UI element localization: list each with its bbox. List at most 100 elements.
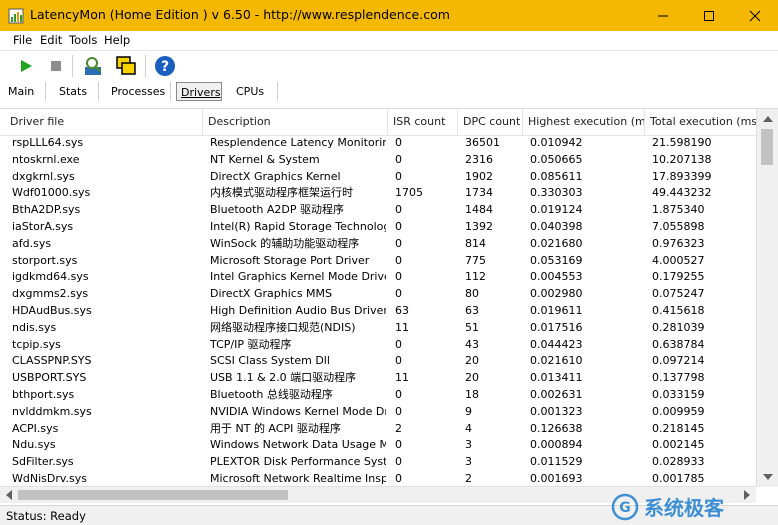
tab-processes[interactable]: Processes — [107, 82, 171, 101]
vertical-scrollbar[interactable] — [756, 109, 778, 487]
dpc-count-cell: 20 — [465, 354, 479, 368]
table-row[interactable]: dxgkrnl.sys DirectX Graphics Kernel 0 1902 0… — [0, 169, 756, 186]
stop-icon — [51, 61, 61, 71]
scroll-left-icon[interactable] — [1, 487, 17, 503]
isr-count-cell: 1705 — [395, 186, 423, 200]
total-execution-cell: 7.055898 — [652, 219, 705, 233]
tab-main-label: Main — [8, 85, 35, 98]
start-button[interactable] — [14, 54, 38, 78]
highest-execution-cell: 0.010942 — [530, 136, 583, 149]
highest-execution-cell: 0.013411 — [530, 371, 583, 385]
menu-tools[interactable]: Tools — [69, 33, 97, 47]
tab-stats-label: Stats — [59, 85, 88, 98]
dpc-count-cell: 2 — [465, 471, 472, 485]
table-row[interactable]: Ndu.sys Windows Network Data Usage M... 0 3… — [0, 437, 756, 454]
description-cell: 内核模式驱动程序框架运行时 — [210, 186, 353, 200]
column-header-total-execution[interactable]: Total execution (ms) — [645, 109, 756, 135]
vertical-scroll-thumb[interactable] — [761, 129, 773, 165]
tab-cpus-label: CPUs — [236, 85, 265, 98]
driver-file-cell: CLASSPNP.SYS — [12, 354, 92, 368]
table-row[interactable]: ntoskrnl.exe NT Kernel & System 0 2316 0.050… — [0, 152, 756, 169]
tab-stats[interactable]: Stats — [55, 82, 99, 101]
table-row[interactable]: afd.sys WinSock 的辅助功能驱动程序 0 814 0.021680 0.97… — [0, 236, 756, 253]
table-row[interactable]: dxgmms2.sys DirectX Graphics MMS 0 80 0.0029… — [0, 286, 756, 303]
table-row[interactable]: igdkmd64.sys Intel Graphics Kernel Mode D… — [0, 269, 756, 286]
scroll-up-icon[interactable] — [757, 111, 778, 127]
table-body: rspLLL64.sys Resplendence Latency Monitor… — [0, 135, 756, 487]
window-button[interactable] — [114, 54, 138, 78]
driver-file-cell: SdFilter.sys — [12, 455, 74, 469]
tab-processes-label: Processes — [111, 85, 166, 98]
menu-help[interactable]: Help — [104, 33, 130, 47]
table-row[interactable]: BthA2DP.sys Bluetooth A2DP 驱动程序 0 1484 0.019… — [0, 202, 756, 219]
driver-file-cell: ndis.sys — [12, 320, 57, 334]
window-icon — [116, 56, 136, 75]
total-execution-cell: 17.893399 — [652, 169, 712, 183]
table-row[interactable]: SdFilter.sys PLEXTOR Disk Performance Sys… — [0, 454, 756, 471]
table-row[interactable]: bthport.sys Bluetooth 总线驱动程序 0 18 0.002631 0.… — [0, 387, 756, 404]
description-cell: Microsoft Storage Port Driver — [210, 253, 370, 267]
scroll-down-icon[interactable] — [757, 469, 778, 485]
table-row[interactable]: USBPORT.SYS USB 1.1 & 2.0 端口驱动程序 11 20 0.013… — [0, 370, 756, 387]
total-execution-cell: 0.097214 — [652, 354, 705, 368]
table-row[interactable]: rspLLL64.sys Resplendence Latency Monitor… — [0, 135, 756, 152]
driver-file-cell: bthport.sys — [12, 387, 75, 401]
tab-drivers-label: Drivers — [181, 86, 221, 99]
dpc-count-cell: 2316 — [465, 152, 493, 166]
description-cell: DirectX Graphics MMS — [210, 287, 333, 301]
table-row[interactable]: WdNisDrv.sys Microsoft Network Realtime I… — [0, 471, 756, 487]
isr-count-cell: 0 — [395, 471, 402, 485]
table-row[interactable]: HDAudBus.sys High Definition Audio Bus Dr… — [0, 303, 756, 320]
horizontal-scroll-thumb[interactable] — [18, 490, 288, 500]
dpc-count-cell: 43 — [465, 337, 479, 351]
close-icon — [749, 10, 761, 21]
table-row[interactable]: storport.sys Microsoft Storage Port Drive… — [0, 253, 756, 270]
column-header-description[interactable]: Description — [203, 109, 388, 135]
table-row[interactable]: CLASSPNP.SYS SCSI Class System Dll 0 20 0.02… — [0, 353, 756, 370]
watermark: G 系统极客 — [608, 490, 778, 524]
highest-execution-cell: 0.019611 — [530, 303, 583, 317]
description-cell: High Definition Audio Bus Driver — [210, 303, 386, 317]
isr-count-cell: 0 — [395, 354, 402, 368]
table-row[interactable]: nvlddmkm.sys NVIDIA Windows Kernel Mode D… — [0, 404, 756, 421]
column-header-dpc-count[interactable]: DPC count — [458, 109, 523, 135]
table-row[interactable]: iaStorA.sys Intel(R) Rapid Storage Techno… — [0, 219, 756, 236]
column-header-highest-execution[interactable]: Highest execution (ms) — [523, 109, 645, 135]
help-icon: ? — [155, 56, 175, 76]
table-row[interactable]: ACPI.sys 用于 NT 的 ACPI 驱动程序 2 4 0.126638 0.218… — [0, 421, 756, 438]
dpc-count-cell: 20 — [465, 371, 479, 385]
table-row[interactable]: tcpip.sys TCP/IP 驱动程序 0 43 0.044423 0.638784 — [0, 337, 756, 354]
dpc-count-cell: 112 — [465, 270, 486, 284]
analyze-button[interactable] — [82, 54, 106, 78]
menu-edit[interactable]: Edit — [40, 33, 62, 47]
total-execution-cell: 0.033159 — [652, 387, 705, 401]
total-execution-cell: 49.443232 — [652, 186, 712, 200]
highest-execution-cell: 0.001693 — [530, 471, 583, 485]
minimize-button[interactable] — [640, 0, 686, 31]
highest-execution-cell: 0.021680 — [530, 236, 583, 250]
total-execution-cell: 0.075247 — [652, 287, 705, 301]
description-cell: Windows Network Data Usage M... — [210, 438, 386, 452]
menu-file[interactable]: File — [13, 33, 32, 47]
total-execution-cell: 21.598190 — [652, 136, 712, 149]
description-cell: 网络驱动程序接口规范(NDIS) — [210, 320, 356, 334]
help-button[interactable]: ? — [153, 54, 177, 78]
tab-main[interactable]: Main — [4, 82, 46, 101]
highest-execution-cell: 0.002980 — [530, 287, 583, 301]
dpc-count-cell: 80 — [465, 287, 479, 301]
svg-text:?: ? — [161, 59, 169, 75]
stop-button[interactable] — [44, 54, 68, 78]
column-header-isr-count[interactable]: ISR count — [388, 109, 458, 135]
table-row[interactable]: Wdf01000.sys 内核模式驱动程序框架运行时 1705 1734 0.33030… — [0, 185, 756, 202]
description-cell: Resplendence Latency Monitorin... — [210, 136, 386, 149]
table-row[interactable]: ndis.sys 网络驱动程序接口规范(NDIS) 11 51 0.017516 0.28… — [0, 320, 756, 337]
maximize-icon — [704, 10, 714, 21]
drivers-table[interactable]: Driver file Description ISR count DPC co… — [0, 108, 778, 487]
tab-drivers[interactable]: Drivers — [176, 82, 222, 101]
tab-cpus[interactable]: CPUs — [232, 82, 278, 101]
driver-file-cell: HDAudBus.sys — [12, 303, 92, 317]
maximize-button[interactable] — [686, 0, 732, 31]
close-button[interactable] — [732, 0, 778, 31]
description-cell: Bluetooth 总线驱动程序 — [210, 387, 333, 401]
column-header-driver-file[interactable]: Driver file — [5, 109, 203, 135]
